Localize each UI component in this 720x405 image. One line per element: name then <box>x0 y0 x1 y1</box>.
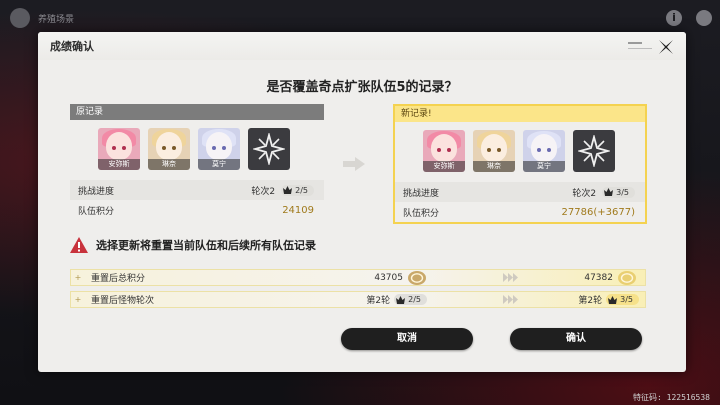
crown-icon <box>283 186 293 194</box>
old-progress-row: 挑战进度 轮次2 2/5 <box>70 180 324 200</box>
round-badge-text: 3/5 <box>616 187 629 197</box>
warning-text: 选择更新将重置当前队伍和后续所有队伍记录 <box>96 239 316 252</box>
character-card: 莫宁 <box>523 130 565 172</box>
round-badge-text: 2/5 <box>295 185 308 195</box>
crown-icon <box>608 295 618 304</box>
round-badge: 2/5 <box>394 294 427 305</box>
round-text: 轮次2 <box>572 188 597 199</box>
character-card: 莫宁 <box>198 128 240 170</box>
new-score-row: 队伍积分 27786(+3677) <box>395 202 645 222</box>
uid-label: 特征码: 122516538 <box>633 393 710 402</box>
old-record-header: 原记录 <box>70 104 324 120</box>
new-round-text: 第2轮 <box>578 296 603 306</box>
character-card: 琳奈 <box>473 130 515 172</box>
reset-old-value: 43705 <box>374 270 427 286</box>
old-round-text: 第2轮 <box>366 296 391 306</box>
compass-emblem-icon <box>248 128 290 170</box>
old-score-row: 队伍积分 24109 <box>70 200 324 220</box>
settings-icon[interactable] <box>696 10 712 26</box>
reset-new-value: 47382 <box>584 270 637 286</box>
character-name: 安弥斯 <box>423 161 465 172</box>
score-label: 队伍积分 <box>78 206 115 217</box>
round-badge: 3/5 <box>602 186 635 198</box>
reset-new-round: 第2轮 3/5 <box>578 293 639 306</box>
old-total-score: 43705 <box>374 272 403 283</box>
info-icon[interactable]: i <box>666 10 682 26</box>
progress-label: 挑战进度 <box>403 188 440 199</box>
round-badge: 2/5 <box>281 184 314 196</box>
crown-icon <box>604 188 614 196</box>
new-total-score: 47382 <box>584 272 613 283</box>
character-name: 安弥斯 <box>98 159 140 170</box>
reset-row-label: 重置后怪物轮次 <box>91 296 155 306</box>
round-badge-text: 3/5 <box>620 295 633 304</box>
coin-icon <box>408 270 426 285</box>
arrow-right-icon <box>503 295 518 304</box>
score-confirm-dialog: 成绩确认 是否覆盖奇点扩张队伍5的记录？ 原记录 安弥斯 琳奈 莫宁 挑战进度 … <box>38 32 686 372</box>
character-name: 琳奈 <box>473 161 515 172</box>
top-right-controls: i <box>666 10 712 26</box>
coin-icon <box>618 270 636 285</box>
round-badge-text: 2/5 <box>408 295 421 304</box>
character-name: 莫宁 <box>523 161 565 172</box>
close-icon[interactable] <box>656 37 676 57</box>
reset-warning: 选择更新将重置当前队伍和后续所有队伍记录 <box>70 237 316 253</box>
old-record-panel: 原记录 安弥斯 琳奈 莫宁 挑战进度 轮次2 2/5 队伍积分 24109 <box>70 104 324 224</box>
plus-icon: + <box>74 295 82 304</box>
old-score-value: 24109 <box>282 204 314 216</box>
reset-row-label: 重置后总积分 <box>91 274 146 284</box>
character-name: 琳奈 <box>148 159 190 170</box>
plus-icon: + <box>74 273 82 282</box>
progress-label: 挑战进度 <box>78 186 115 197</box>
new-record-panel: 新记录! 安弥斯 琳奈 莫宁 挑战进度 轮次2 3/5 队伍积分 27786(+… <box>393 104 647 224</box>
new-progress-row: 挑战进度 轮次2 3/5 <box>395 182 645 202</box>
score-label: 队伍积分 <box>403 208 440 219</box>
dialog-header: 成绩确认 <box>38 32 686 60</box>
header-decoration <box>628 48 652 49</box>
arrow-right-icon <box>343 157 365 171</box>
confirm-button[interactable]: 确认 <box>510 328 642 350</box>
warning-icon <box>70 237 88 253</box>
overwrite-question: 是否覆盖奇点扩张队伍5的记录？ <box>266 80 458 95</box>
reset-total-score-row: + 重置后总积分 43705 47382 <box>70 269 646 286</box>
reset-monster-round-row: + 重置后怪物轮次 第2轮 2/5 第2轮 3/5 <box>70 291 646 308</box>
character-card: 琳奈 <box>148 128 190 170</box>
arrow-right-icon <box>503 273 518 282</box>
game-top-bar: 养殖场景 <box>0 0 720 36</box>
back-icon[interactable] <box>10 8 30 28</box>
round-text: 轮次2 <box>251 186 276 197</box>
dialog-title: 成绩确认 <box>50 40 94 53</box>
new-record-header: 新记录! <box>395 106 645 122</box>
compass-emblem-icon <box>573 130 615 172</box>
character-card: 安弥斯 <box>98 128 140 170</box>
scene-title: 养殖场景 <box>38 14 75 25</box>
character-card: 安弥斯 <box>423 130 465 172</box>
reset-old-round: 第2轮 2/5 <box>366 293 427 306</box>
header-decoration <box>628 42 642 44</box>
new-team-row: 安弥斯 琳奈 莫宁 <box>395 122 645 182</box>
round-badge: 3/5 <box>606 294 639 305</box>
cancel-button[interactable]: 取消 <box>341 328 473 350</box>
crown-icon <box>396 295 406 304</box>
character-name: 莫宁 <box>198 159 240 170</box>
old-team-row: 安弥斯 琳奈 莫宁 <box>70 120 324 180</box>
new-score-value: 27786(+3677) <box>561 206 635 218</box>
